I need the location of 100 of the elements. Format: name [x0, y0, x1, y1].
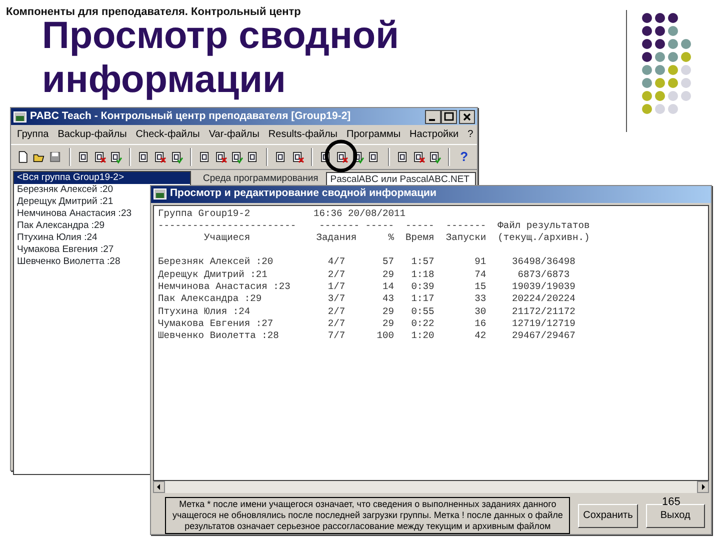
dialog-button[interactable]: Выход [646, 504, 705, 528]
help-button[interactable]: ? [457, 149, 472, 165]
report-text: 16:36 20/08/2011 [313, 208, 406, 220]
document-icon[interactable] [198, 149, 211, 165]
document-icon[interactable] [428, 149, 442, 165]
scroll-left-icon[interactable] [153, 481, 165, 493]
menu-item[interactable]: Check-файлы [136, 127, 200, 142]
table-cell-text: 3/7 [326, 293, 346, 306]
table-cell-text: 7/7 [326, 330, 346, 342]
highlight-ring [324, 139, 358, 173]
table-cell-text: 0:22 [410, 318, 434, 330]
table-cell-text: 21172/21172 [511, 306, 576, 318]
list-item[interactable]: <Вся группа Group19-2> [14, 172, 190, 184]
table-cell-text: 12719/12719 [511, 318, 576, 330]
document-icon[interactable] [138, 149, 150, 165]
table-cell-text: Березняк Алексей :20 [158, 256, 274, 269]
table-cell-text: 2/7 [326, 318, 346, 330]
slide-header: Компоненты для преподавателя. Контрольный центр [6, 5, 301, 20]
table-cell-text: Шевченко Виолетта :28 [158, 330, 280, 342]
table-cell-text: 15 [474, 281, 486, 294]
table-cell-text: 1:17 [410, 293, 434, 306]
table-cell-text: 0:55 [410, 306, 434, 318]
table-cell-text: 43 [382, 293, 394, 306]
table-cell-text: 42 [474, 330, 486, 342]
document-icon[interactable] [94, 149, 106, 165]
table-cell-text: 2/7 [326, 268, 346, 282]
table-cell-text: Пак Александра :29 [158, 293, 263, 306]
table-cell-text: 1:18 [410, 268, 434, 282]
column-header: Запуски [444, 232, 486, 244]
table-cell-text: 1/7 [326, 281, 346, 294]
app-icon [153, 188, 167, 200]
report-rule: ------- [444, 220, 486, 232]
table-cell-text: 1:57 [410, 256, 434, 269]
column-header: Файл результатов [496, 220, 591, 232]
dialog-button[interactable]: Сохранить [578, 504, 638, 528]
table-cell-text: 29 [382, 268, 394, 282]
document-icon[interactable] [170, 149, 183, 165]
window-title: PABC Teach - Контрольный центр преподавателя [Group19-2] [30, 108, 351, 124]
report-rule: ----- [364, 220, 394, 232]
close-icon[interactable] [459, 110, 475, 124]
table-cell-text: 29467/29467 [511, 330, 576, 342]
table-cell-text: 57 [382, 256, 394, 269]
menu-item[interactable]: Backup-файлы [58, 127, 127, 142]
note-text: Метка * после имени учащегося означает, что сведения о выполненных заданиях данного учащегося не обновлялись после последней загрузки группы. Метка ! после данных о файле результатов означает серьезное рассогласование между текущим и архивным файлом [165, 497, 570, 534]
table-cell-text: 29 [382, 306, 394, 318]
table-cell-text: Птухина Юлия :24 [158, 306, 252, 318]
table-cell-text: 100 [376, 330, 394, 342]
column-header: (текущ./архивн.) [496, 232, 591, 244]
report-text: Группа Group19-2 [158, 208, 252, 220]
table-cell-text: Чумакова Евгения :27 [158, 318, 274, 330]
table-cell-text: 16 [474, 318, 486, 330]
document-icon[interactable] [154, 149, 166, 165]
table-cell-text: 4/7 [326, 256, 346, 269]
table-cell-text: 0:39 [410, 281, 434, 294]
table-cell-text: 30 [474, 306, 486, 318]
menu-item[interactable]: Настройки [410, 127, 459, 142]
save-icon[interactable] [49, 149, 62, 165]
report-rule: ----- [404, 220, 434, 232]
table-cell-text: Немчинова Анастасия :23 [158, 281, 292, 294]
menu-item[interactable]: ? [468, 127, 474, 142]
document-icon[interactable] [336, 149, 348, 165]
document-icon[interactable] [110, 149, 122, 165]
table-cell-text: 29 [382, 318, 394, 330]
column-header: Задания [315, 232, 358, 244]
column-header: % [387, 232, 394, 244]
document-icon[interactable] [214, 149, 228, 165]
window-title: Просмотр и редактирование сводной информации [170, 186, 436, 202]
document-icon[interactable] [78, 149, 90, 165]
maximize-icon[interactable] [441, 110, 457, 124]
app-icon [13, 110, 27, 122]
table-cell-text: 1:20 [410, 330, 434, 342]
document-icon[interactable] [396, 149, 409, 165]
document-icon[interactable] [412, 149, 425, 165]
table-cell-text: 6873/6873 [516, 268, 571, 282]
menu-item[interactable]: Группа [17, 127, 49, 142]
table-cell-text: 33 [474, 293, 486, 306]
column-header: Учащиеся [203, 232, 252, 244]
menu-item[interactable]: Results-файлы [268, 127, 338, 142]
menu-item[interactable]: Var-файлы [208, 127, 260, 142]
table-cell-text: 91 [474, 256, 486, 269]
new-file-icon[interactable] [17, 149, 30, 165]
document-icon[interactable] [292, 149, 304, 165]
menu-item[interactable]: Программы [346, 127, 401, 142]
table-cell-text: 2/7 [326, 306, 346, 318]
document-icon[interactable] [247, 149, 260, 165]
report-rule: ------------------------ [158, 220, 298, 232]
field-label: Среда программирования [203, 172, 318, 186]
table-cell-text: 20224/20224 [511, 293, 576, 306]
table-cell-text: 14 [382, 281, 394, 294]
horizontal-scrollbar[interactable] [153, 481, 709, 493]
scroll-right-icon[interactable] [697, 481, 709, 493]
table-cell-text: 36498/36498 [511, 256, 576, 269]
table-cell-text: Дерещук Дмитрий :21 [158, 268, 268, 282]
minimize-icon[interactable] [425, 110, 441, 124]
table-cell-text: 74 [474, 268, 486, 282]
table-cell-text: 19039/19039 [511, 281, 576, 294]
document-icon[interactable] [352, 149, 364, 165]
column-header: Время [404, 232, 434, 244]
report-rule: ------- [318, 220, 360, 232]
document-icon[interactable] [231, 149, 244, 165]
